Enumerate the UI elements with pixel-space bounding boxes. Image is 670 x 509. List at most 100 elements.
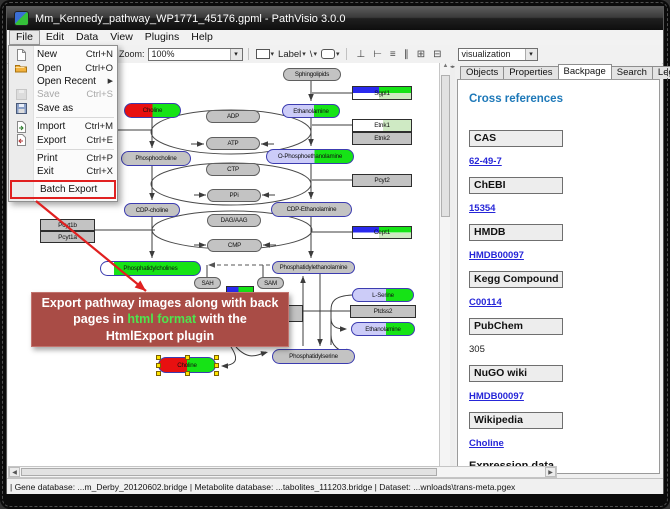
chevron-down-icon[interactable]: ▾ [271,50,275,58]
cross-references-heading: Cross references [469,93,659,105]
file-menu-item-print[interactable]: PrintCtrl+P [9,152,117,165]
xref-link[interactable]: Choline [469,439,504,449]
file-menu-item-batch-export[interactable]: Batch Export [10,180,116,199]
file-menu-item-open-recent[interactable]: Open Recent▶ [9,75,117,88]
label-tool-text: Label [278,49,301,60]
xref-section-kegg-compound: Kegg Compound C00114 [469,271,659,318]
xref-link[interactable]: 62-49-7 [469,157,502,167]
menu-shortcut: Ctrl+N [86,49,113,60]
side-panel: ObjectsPropertiesBackpageSearchLegend Cr… [455,63,662,476]
xref-section-nugo-wiki: NuGO wiki HMDB00097 [469,365,659,412]
menu-plugins[interactable]: Plugins [139,31,185,44]
menu-shortcut: Ctrl+M [85,121,113,132]
file-menu: NewCtrl+NOpenCtrl+OOpen Recent▶SaveCtrl+… [8,45,118,202]
menu-edit[interactable]: Edit [40,31,70,44]
table-icon[interactable]: ⊞ [413,49,429,60]
xref-section-cas: CAS 62-49-7 [469,130,659,177]
shape-tool-button[interactable]: ▾ [319,48,342,60]
menu-item-label: Exit [33,166,86,177]
scroll-up-icon[interactable]: ▲ [443,63,449,69]
menu-shortcut: Ctrl+P [86,153,113,164]
file-menu-item-new[interactable]: NewCtrl+N [9,48,117,61]
menu-separator [36,149,114,150]
menu-help[interactable]: Help [185,31,219,44]
new-document-icon [9,49,33,61]
zoom-label: Zoom: [119,49,145,59]
tab-search[interactable]: Search [611,66,653,79]
chevron-down-icon[interactable]: ▾ [336,50,340,58]
menu-shortcut: Ctrl+O [85,63,113,74]
scroll-right-icon[interactable]: ▶ [545,467,556,477]
stack-horizontal-icon[interactable]: ∥ [400,49,413,60]
scrollbar-thumb[interactable] [441,75,450,217]
label-tool-button[interactable]: Label ▾ [276,48,308,61]
xref-section-wikipedia: Wikipedia Choline [469,412,659,459]
screenshot-frame: Mm_Kennedy_pathway_WP1771_45176.gpml - P… [0,0,670,509]
line-tool-button[interactable]: \ ▾ [308,48,319,61]
xref-link[interactable]: HMDB00097 [469,251,524,261]
file-menu-item-open[interactable]: OpenCtrl+O [9,61,117,74]
menu-bar: FileEditDataViewPluginsHelp [7,30,663,46]
chevron-down-icon[interactable]: ▾ [230,49,242,60]
file-menu-item-save[interactable]: SaveCtrl+S [9,88,117,101]
title-bar[interactable]: Mm_Kennedy_pathway_WP1771_45176.gpml - P… [7,7,663,30]
menu-item-label: Open Recent [33,76,108,87]
xref-section-chebi: ChEBI15354 [469,177,659,224]
backpage-panel: Cross references CAS62-49-7ChEBI15354HMD… [457,79,660,474]
zoom-combobox[interactable]: 100% ▾ [148,48,243,61]
menu-shortcut: Ctrl+S [86,89,113,100]
app-icon [14,11,29,26]
submenu-arrow-icon: ▶ [108,77,113,85]
chevron-down-icon[interactable]: ▾ [302,50,306,58]
menu-data[interactable]: Data [70,31,104,44]
gene-tool-button[interactable]: ▾ [254,48,277,60]
chevron-down-icon[interactable]: ▾ [525,49,537,60]
xref-link[interactable]: 15354 [469,204,495,214]
visualization-combobox[interactable]: visualization ▾ [458,48,538,61]
menu-shortcut: Ctrl+X [86,166,113,177]
xref-link[interactable]: C00114 [469,298,502,308]
toolbar-separator [248,48,249,60]
file-menu-item-exit[interactable]: ExitCtrl+X [9,165,117,178]
file-menu-item-save-as[interactable]: Save as [9,102,117,115]
xref-section-hmdb: HMDB HMDB00097 [469,224,659,271]
menu-item-label: Save as [33,103,113,114]
menu-shortcut: Ctrl+E [86,135,113,146]
xref-source-header: Wikipedia [469,412,563,429]
xref-source-header: NuGO wiki [469,365,563,382]
chevron-down-icon[interactable]: ▾ [313,50,317,58]
file-menu-item-import[interactable]: ImportCtrl+M [9,120,117,133]
layout-icon[interactable]: ⊟ [429,49,445,60]
tab-objects[interactable]: Objects [460,66,504,79]
menu-file[interactable]: File [9,30,40,45]
visualization-value: visualization [459,49,525,59]
menu-item-label: Open [33,63,85,74]
xref-source-header: Kegg Compound [469,271,563,288]
align-center-icon[interactable]: ⊥ [352,49,369,60]
save-as-icon [9,103,33,114]
menu-item-label: Print [33,153,86,164]
tab-properties[interactable]: Properties [503,66,558,79]
open-folder-icon [9,63,33,73]
xref-link[interactable]: HMDB00097 [469,392,524,402]
import-icon [9,121,33,133]
menu-view[interactable]: View [104,31,139,44]
stack-vertical-icon[interactable]: ≡ [386,49,400,60]
shape-tool-icon [321,49,335,59]
align-left-icon[interactable]: ⊢ [369,49,386,60]
save-icon [9,89,33,100]
tab-legend[interactable]: Legend [652,66,670,79]
scrollbar-thumb[interactable] [21,468,437,476]
status-bar: | Gene database: ...m_Derby_20120602.bri… [7,478,663,494]
xref-source-header: CAS [469,130,563,147]
zoom-value: 100% [149,49,230,59]
scroll-left-icon[interactable]: ◀ [9,467,20,477]
canvas-horizontal-scrollbar[interactable]: ◀ ▶ [8,466,557,478]
window-title: Mm_Kennedy_pathway_WP1771_45176.gpml - P… [35,13,345,25]
menu-separator [36,117,114,118]
tab-backpage[interactable]: Backpage [558,64,612,79]
xref-source-header: HMDB [469,224,563,241]
file-menu-item-export[interactable]: ExportCtrl+E [9,133,117,146]
xref-section-pubchem: PubChem305 [469,318,659,365]
line-tool-icon: \ [310,49,313,60]
